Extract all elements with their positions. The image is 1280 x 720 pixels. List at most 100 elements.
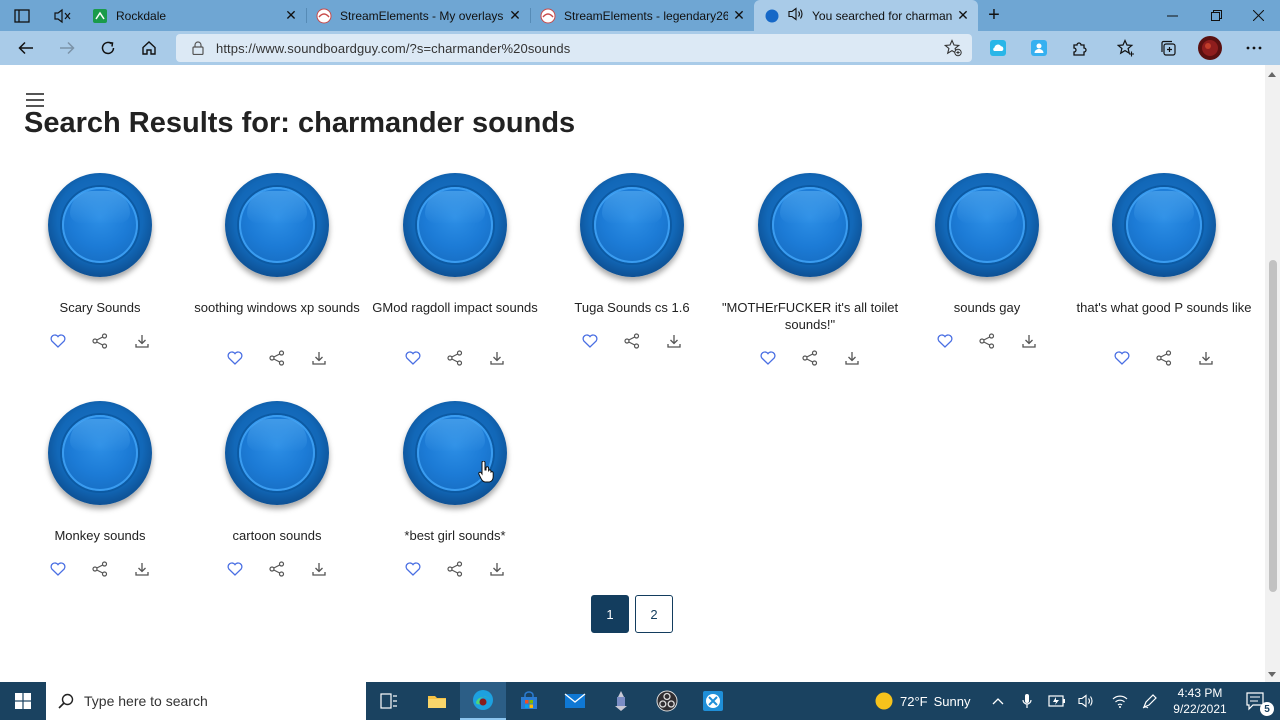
download-icon[interactable] (133, 332, 151, 350)
mail-icon[interactable] (552, 682, 598, 720)
share-icon[interactable] (91, 332, 109, 350)
forward-arrow-icon[interactable] (51, 32, 83, 64)
heart-icon[interactable] (404, 560, 422, 578)
window-close-icon[interactable] (1236, 0, 1280, 31)
heart-icon[interactable] (226, 349, 244, 367)
share-icon[interactable] (446, 560, 464, 578)
windows-start-icon[interactable] (0, 682, 46, 720)
microphone-icon[interactable] (1013, 682, 1041, 720)
scroll-thumb[interactable] (1269, 260, 1277, 592)
sound-title[interactable]: soothing windows xp sounds (187, 299, 367, 333)
heart-icon[interactable] (936, 332, 954, 350)
heart-icon[interactable] (49, 332, 67, 350)
play-sound-button[interactable] (580, 173, 684, 277)
download-icon[interactable] (133, 560, 151, 578)
scroll-up-arrow-icon[interactable] (1268, 72, 1276, 77)
close-icon[interactable]: ✕ (504, 5, 526, 27)
download-icon[interactable] (310, 560, 328, 578)
sound-title[interactable]: Monkey sounds (10, 527, 190, 544)
share-icon[interactable] (623, 332, 641, 350)
page-scrollbar[interactable] (1265, 65, 1280, 682)
heart-icon[interactable] (759, 349, 777, 367)
back-arrow-icon[interactable] (10, 32, 42, 64)
play-sound-button[interactable] (403, 401, 507, 505)
page-2-button[interactable]: 2 (635, 595, 673, 633)
share-icon[interactable] (1155, 349, 1173, 367)
xbox-app-icon[interactable] (690, 682, 736, 720)
sound-title[interactable]: cartoon sounds (187, 527, 367, 544)
sound-title[interactable]: sounds gay (897, 299, 1077, 316)
notifications-icon[interactable]: 5 (1238, 682, 1276, 720)
new-tab-icon[interactable]: + (974, 0, 1014, 31)
obs-studio-icon[interactable] (644, 682, 690, 720)
minimize-icon[interactable] (1150, 0, 1194, 31)
share-icon[interactable] (268, 349, 286, 367)
add-favorite-icon[interactable] (943, 39, 962, 62)
battery-icon[interactable] (1043, 682, 1071, 720)
task-view-icon[interactable] (366, 682, 412, 720)
play-sound-button[interactable] (48, 401, 152, 505)
tab-actions-icon[interactable] (2, 0, 42, 31)
heart-icon[interactable] (226, 560, 244, 578)
pen-ink-icon[interactable] (1136, 682, 1164, 720)
tab-streamelements-legendary[interactable]: StreamElements - legendary26bl ✕ (530, 0, 754, 31)
hamburger-menu-icon[interactable] (26, 93, 44, 107)
wifi-icon[interactable] (1106, 682, 1134, 720)
tab-mute-icon[interactable] (42, 0, 82, 31)
taskbar-search-box[interactable]: Type here to search (46, 682, 366, 720)
play-sound-button[interactable] (1112, 173, 1216, 277)
extensions-puzzle-icon[interactable] (1064, 32, 1096, 64)
download-icon[interactable] (310, 349, 328, 367)
close-icon[interactable]: ✕ (728, 5, 750, 27)
scroll-down-arrow-icon[interactable] (1268, 672, 1276, 677)
taskbar-search-placeholder[interactable]: Type here to search (84, 693, 208, 709)
microsoft-store-icon[interactable] (506, 682, 552, 720)
play-sound-button[interactable] (758, 173, 862, 277)
page-1-button[interactable]: 1 (591, 595, 629, 633)
pinned-app-icon[interactable] (598, 682, 644, 720)
sound-title[interactable]: Tuga Sounds cs 1.6 (542, 299, 722, 316)
file-explorer-icon[interactable] (414, 682, 460, 720)
play-sound-button[interactable] (225, 401, 329, 505)
system-clock[interactable]: 4:43 PM 9/22/2021 (1168, 685, 1232, 717)
play-sound-button[interactable] (48, 173, 152, 277)
extension-cloud-icon[interactable] (982, 32, 1014, 64)
heart-icon[interactable] (1113, 349, 1131, 367)
share-icon[interactable] (91, 560, 109, 578)
share-icon[interactable] (268, 560, 286, 578)
favorites-icon[interactable] (1110, 32, 1142, 64)
close-icon[interactable]: ✕ (952, 5, 974, 27)
download-icon[interactable] (1020, 332, 1038, 350)
weather-widget[interactable]: 72°F Sunny (874, 682, 970, 720)
home-icon[interactable] (133, 32, 165, 64)
profile-avatar[interactable] (1194, 32, 1226, 64)
sound-title[interactable]: Scary Sounds (10, 299, 190, 316)
play-sound-button[interactable] (225, 173, 329, 277)
chevron-up-icon[interactable] (984, 682, 1012, 720)
refresh-icon[interactable] (92, 32, 124, 64)
download-icon[interactable] (488, 349, 506, 367)
sound-title[interactable]: GMod ragdoll impact sounds (365, 299, 545, 333)
collections-icon[interactable] (1152, 32, 1184, 64)
share-icon[interactable] (978, 332, 996, 350)
share-icon[interactable] (446, 349, 464, 367)
restore-icon[interactable] (1194, 0, 1238, 31)
download-icon[interactable] (488, 560, 506, 578)
audio-playing-icon[interactable] (788, 7, 804, 24)
download-icon[interactable] (665, 332, 683, 350)
share-icon[interactable] (801, 349, 819, 367)
sound-title[interactable]: that's what good P sounds like (1074, 299, 1254, 333)
extension-person-icon[interactable] (1023, 32, 1055, 64)
play-sound-button[interactable] (935, 173, 1039, 277)
play-sound-button[interactable] (403, 173, 507, 277)
lock-icon[interactable] (192, 41, 204, 60)
heart-icon[interactable] (404, 349, 422, 367)
download-icon[interactable] (1197, 349, 1215, 367)
url-text[interactable]: https://www.soundboardguy.com/?s=charman… (216, 41, 570, 56)
edge-browser-icon[interactable] (460, 682, 506, 720)
download-icon[interactable] (843, 349, 861, 367)
tab-search-results[interactable]: You searched for charmande ✕ (754, 0, 978, 31)
heart-icon[interactable] (581, 332, 599, 350)
sound-title[interactable]: "MOTHErFUCKER it's all toilet sounds!" (720, 299, 900, 333)
volume-icon[interactable] (1073, 682, 1101, 720)
